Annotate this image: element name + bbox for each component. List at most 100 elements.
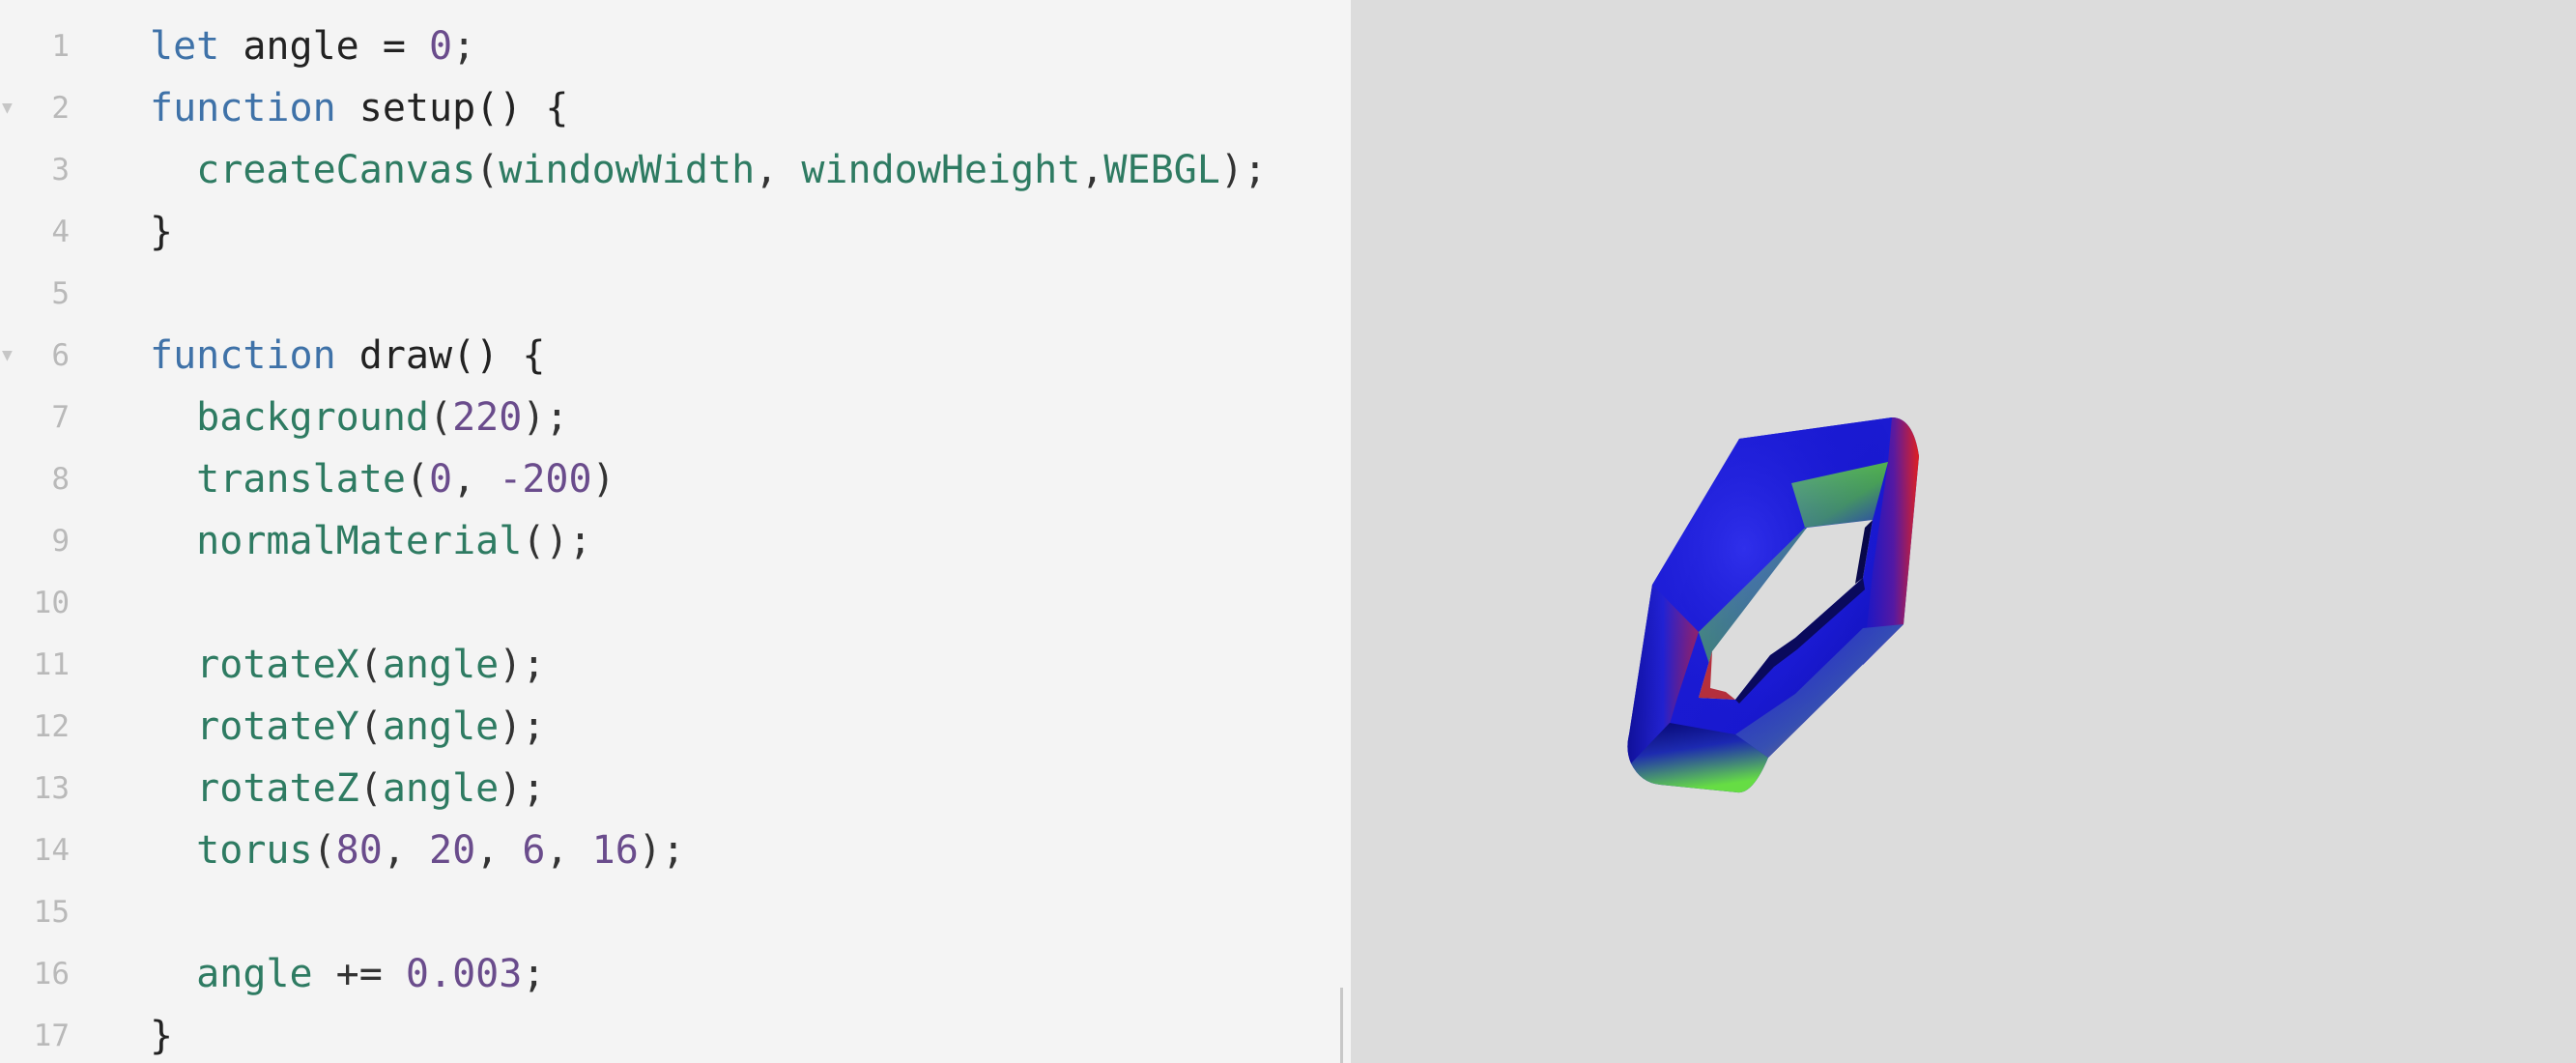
code-line[interactable]: 13 rotateZ(angle); (0, 758, 1351, 819)
code-token: } (150, 210, 174, 254)
code-token: setup() { (335, 86, 569, 130)
code-editor[interactable]: 1 let angle = 0; 2 ▼ function setup() {3 cre… (0, 0, 1351, 1063)
code-token: ( (358, 766, 383, 811)
code-line[interactable]: 16 angle += 0.003; (0, 943, 1351, 1005)
line-number: 10 (33, 586, 70, 620)
code-token: ( (312, 828, 336, 873)
code-token: ); (638, 828, 685, 873)
line-number: 4 (51, 215, 70, 249)
line-number: 17 (33, 1019, 70, 1053)
line-code: createCanvas(windowWidth, windowHeight,W… (150, 139, 1267, 201)
code-token: angle (382, 766, 500, 811)
code-line[interactable]: 5 (0, 263, 1351, 325)
line-code: function setup() { (150, 77, 568, 139)
code-token: ) (591, 457, 615, 502)
code-token: ); (499, 704, 546, 749)
code-token: ( (475, 148, 500, 192)
code-line[interactable]: 12 rotateY(angle); (0, 696, 1351, 758)
code-token: createCanvas (150, 148, 476, 192)
code-token: function (150, 333, 336, 378)
line-code: rotateY(angle); (150, 696, 545, 758)
code-token: , (452, 457, 500, 502)
fold-arrow-icon[interactable]: ▼ (2, 325, 13, 387)
code-token: += (312, 952, 406, 996)
code-token: rotateX (150, 643, 359, 687)
code-token: , (1080, 148, 1104, 192)
code-line[interactable]: 15 (0, 881, 1351, 943)
fold-arrow-icon[interactable]: ▼ (2, 77, 13, 139)
code-token: ( (358, 704, 383, 749)
line-code: torus(80, 20, 6, 16); (150, 819, 685, 881)
code-token: ( (358, 643, 383, 687)
line-code: let angle = 0; (150, 15, 475, 77)
code-token: 0 (429, 457, 453, 502)
line-code: normalMaterial(); (150, 510, 592, 572)
code-line[interactable]: 14 torus(80, 20, 6, 16); (0, 819, 1351, 881)
line-number: 16 (33, 957, 70, 991)
code-line[interactable]: 8 translate(0, -200) (0, 448, 1351, 510)
line-number: 8 (51, 462, 70, 497)
editor-scrollbar[interactable] (1340, 988, 1343, 1063)
code-token: ( (428, 395, 453, 440)
code-line[interactable]: 10 (0, 572, 1351, 634)
code-token: , (382, 828, 430, 873)
code-token: torus (150, 828, 313, 873)
torus-render (1627, 417, 1919, 793)
code-token: 0 (429, 24, 453, 69)
code-token: 16 (591, 828, 639, 873)
line-code: rotateZ(angle); (150, 758, 545, 819)
code-token: translate (150, 457, 406, 502)
code-token: let (150, 24, 220, 69)
code-token: ; (452, 24, 476, 69)
code-line[interactable]: 2 ▼ function setup() { (0, 77, 1351, 139)
code-line[interactable]: 9 normalMaterial(); (0, 510, 1351, 572)
line-code: background(220); (150, 387, 569, 448)
code-token: background (150, 395, 429, 440)
line-number: 13 (33, 771, 70, 806)
line-number: 7 (51, 400, 70, 435)
code-line[interactable]: 3 createCanvas(windowWidth, windowHeight… (0, 139, 1351, 201)
line-code: rotateX(angle); (150, 634, 545, 696)
code-token: 80 (335, 828, 383, 873)
code-token: angle (382, 643, 500, 687)
code-token: } (150, 1014, 174, 1058)
sketch-preview-canvas[interactable] (1351, 0, 2576, 1063)
line-number: 9 (51, 524, 70, 559)
code-token: ); (499, 766, 546, 811)
code-token: -200 (499, 457, 592, 502)
code-line[interactable]: 17} (0, 1005, 1351, 1063)
code-token: , (755, 148, 802, 192)
code-token: WEBGL (1103, 148, 1220, 192)
code-token: (); (522, 519, 592, 563)
line-number: 12 (33, 709, 70, 744)
code-line[interactable]: 7 background(220); (0, 387, 1351, 448)
code-token: 220 (452, 395, 523, 440)
code-token: , (475, 828, 523, 873)
code-token: angle (150, 952, 313, 996)
code-line[interactable]: 4} (0, 201, 1351, 263)
code-token: function (150, 86, 336, 130)
code-token: rotateY (150, 704, 359, 749)
line-code: angle += 0.003; (150, 943, 545, 1005)
code-token: 0.003 (405, 952, 523, 996)
line-code: } (150, 1005, 173, 1063)
line-code: translate(0, -200) (150, 448, 615, 510)
code-token: ); (522, 395, 569, 440)
code-token: 6 (522, 828, 546, 873)
code-token: rotateZ (150, 766, 359, 811)
code-token: ; (522, 952, 546, 996)
line-number: 5 (51, 276, 70, 311)
line-number: 11 (33, 647, 70, 682)
code-line[interactable]: 6 ▼ function draw() { (0, 325, 1351, 387)
line-number: 3 (51, 153, 70, 187)
code-line[interactable]: 11 rotateX(angle); (0, 634, 1351, 696)
line-number: 1 (51, 29, 70, 64)
line-code: } (150, 201, 173, 263)
code-token: windowHeight (801, 148, 1081, 192)
code-token: angle (382, 704, 500, 749)
code-token: ); (499, 643, 546, 687)
line-code: function draw() { (150, 325, 545, 387)
code-line[interactable]: 1 let angle = 0; (0, 15, 1351, 77)
code-token: normalMaterial (150, 519, 523, 563)
line-number: 15 (33, 895, 70, 930)
